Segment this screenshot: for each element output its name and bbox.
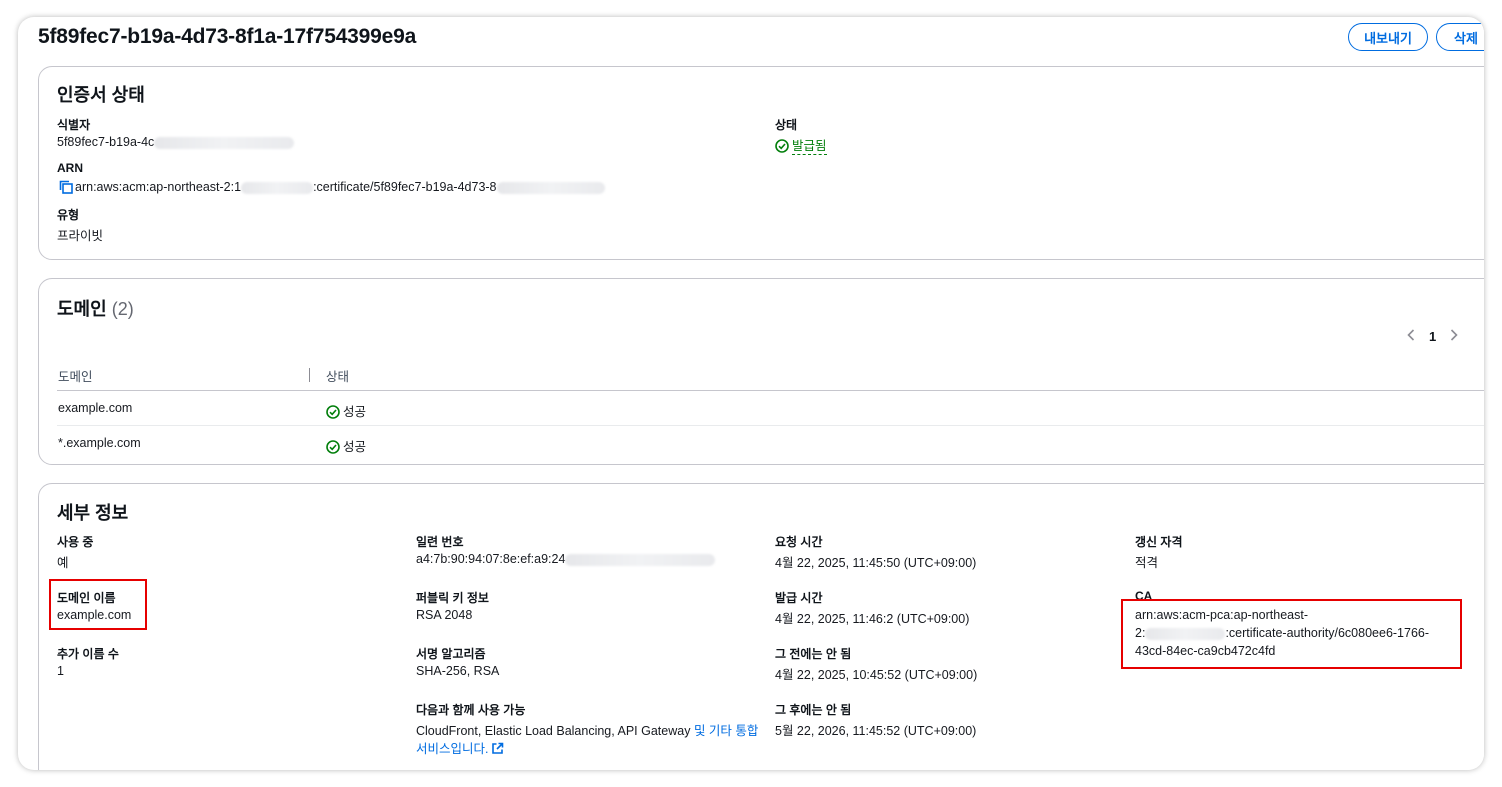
additional-names-value: 1: [57, 664, 64, 678]
chevron-right-icon[interactable]: [1450, 329, 1458, 344]
success-check-icon: [775, 139, 789, 153]
identifier-text: 5f89fec7-b19a-4c: [57, 135, 155, 149]
integrations-link-cont[interactable]: 서비스입니다.: [416, 742, 488, 756]
delete-button[interactable]: 삭제: [1436, 23, 1484, 51]
pubkey-value: RSA 2048: [416, 608, 473, 622]
page-title: 5f89fec7-b19a-4d73-8f1a-17f754399e9a: [38, 25, 417, 48]
domains-count: (2): [111, 299, 134, 319]
row-divider: [57, 425, 1484, 426]
in-use-value: 예: [57, 556, 69, 570]
not-before-label: 그 전에는 안 됨: [775, 647, 852, 661]
domains-title: 도메인: [57, 299, 107, 319]
serial-value: a4:7b:90:94:07:8e:ef:a9:24: [416, 552, 716, 566]
serial-label: 일련 번호: [416, 535, 464, 549]
eligible-value-cont: 서비스입니다.: [416, 738, 504, 757]
status-cell: 성공: [326, 401, 366, 420]
serial-text: a4:7b:90:94:07:8e:ef:a9:24: [416, 552, 566, 566]
sigalg-label: 서명 알고리즘: [416, 647, 486, 661]
status-cell: 성공: [326, 436, 366, 455]
arn-prefix: arn:aws:acm:ap-northeast-2:1: [75, 180, 242, 194]
external-link-icon[interactable]: [491, 742, 504, 755]
column-header-status[interactable]: 상태: [326, 366, 349, 385]
pagination: 1: [1407, 329, 1458, 344]
panel-title: 도메인 (2): [57, 295, 134, 321]
redacted-mask: [565, 553, 716, 566]
details-panel: 세부 정보 사용 중 예 도메인 이름 example.com 추가 이름 수 …: [38, 483, 1484, 770]
column-header-domain[interactable]: 도메인: [58, 366, 93, 385]
panel-title: 인증서 상태: [57, 85, 145, 105]
highlight-box: [49, 579, 147, 630]
issued-value: 4월 22, 2025, 11:46:2 (UTC+09:00): [775, 612, 970, 626]
panel-title: 세부 정보: [57, 503, 129, 523]
issued-label: 발급 시간: [775, 591, 823, 605]
identifier-label: 식별자: [57, 118, 91, 132]
not-after-label: 그 후에는 안 됨: [775, 703, 852, 717]
status-text: 성공: [343, 405, 367, 419]
domains-panel: 도메인 (2) 1 도메인 상태 example.com 성공 *.exampl…: [38, 278, 1484, 465]
in-use-label: 사용 중: [57, 535, 94, 549]
arn-label: ARN: [57, 161, 83, 175]
additional-names-label: 추가 이름 수: [57, 647, 119, 661]
chevron-left-icon[interactable]: [1407, 329, 1415, 344]
eligible-label: 다음과 함께 사용 가능: [416, 703, 526, 717]
requested-value: 4월 22, 2025, 11:45:50 (UTC+09:00): [775, 556, 977, 570]
copy-icon[interactable]: [59, 180, 73, 194]
header-divider: [57, 390, 1484, 391]
domain-cell: *.example.com: [58, 436, 141, 450]
column-divider[interactable]: [309, 368, 310, 382]
arn-value: arn:aws:acm:ap-northeast-2:1 :certificate…: [59, 180, 605, 194]
integrations-link[interactable]: 및 기타 통합: [694, 724, 758, 738]
domain-cell: example.com: [58, 401, 133, 415]
requested-label: 요청 시간: [775, 535, 823, 549]
type-value: 프라이빗: [57, 229, 104, 243]
identifier-value: 5f89fec7-b19a-4c: [57, 135, 295, 149]
redacted-mask: [154, 136, 295, 149]
certificate-detail-window: 5f89fec7-b19a-4d73-8f1a-17f754399e9a 내보내…: [18, 17, 1484, 770]
eligible-services: CloudFront, Elastic Load Balancing, API …: [416, 724, 691, 738]
renewal-value: 적격: [1135, 556, 1159, 570]
export-button[interactable]: 내보내기: [1348, 23, 1428, 51]
status-value[interactable]: 발급됨: [775, 135, 827, 155]
status-text: 발급됨: [792, 139, 827, 155]
not-before-value: 4월 22, 2025, 10:45:52 (UTC+09:00): [775, 668, 978, 682]
certificate-status-panel: 인증서 상태 식별자 5f89fec7-b19a-4c 상태 발급됨 ARN a…: [38, 66, 1484, 260]
sigalg-value: SHA-256, RSA: [416, 664, 500, 678]
not-after-value: 5월 22, 2026, 11:45:52 (UTC+09:00): [775, 724, 977, 738]
status-text: 성공: [343, 440, 367, 454]
redacted-mask: [496, 181, 605, 194]
redacted-mask: [241, 181, 314, 194]
type-label: 유형: [57, 208, 80, 222]
eligible-value: CloudFront, Elastic Load Balancing, API …: [416, 720, 758, 739]
arn-mid: :certificate/5f89fec7-b19a-4d73-8: [313, 180, 497, 194]
page-number[interactable]: 1: [1429, 329, 1436, 344]
highlight-box: [1121, 599, 1462, 669]
pubkey-label: 퍼블릭 키 정보: [416, 591, 489, 605]
success-check-icon: [326, 440, 340, 454]
renewal-label: 갱신 자격: [1135, 535, 1183, 549]
status-label: 상태: [775, 118, 798, 132]
success-check-icon: [326, 405, 340, 419]
